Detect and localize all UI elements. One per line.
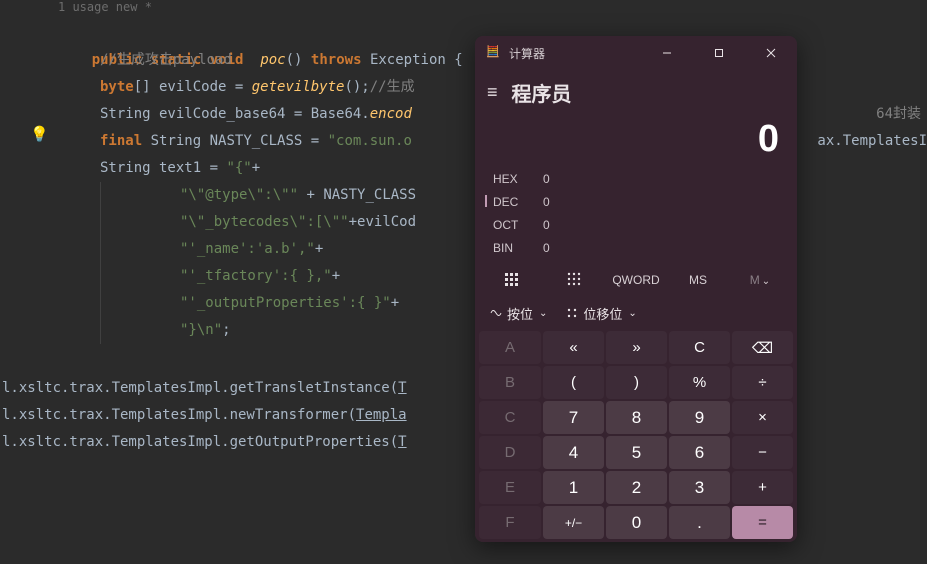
key-rparen[interactable]: ) [606,366,667,399]
minimize-button[interactable] [645,38,689,68]
radix-block: HEX0 DEC0 OCT0 BIN0 [475,165,797,263]
key-c[interactable]: C [479,401,541,434]
key-backspace[interactable]: ⌫ [732,331,793,364]
key-d[interactable]: D [479,436,541,469]
usage-hint: 1 usage new * [0,0,927,20]
radix-oct[interactable]: OCT0 [487,213,785,236]
calculator-header: ≡ 程序员 [475,70,797,114]
key-2[interactable]: 2 [606,471,667,504]
memory-store-button[interactable]: MS [667,273,729,287]
bitwise-dropdown[interactable]: 按位⌄ [489,304,547,323]
key-9[interactable]: 9 [669,401,730,434]
window-title: 计算器 [509,45,545,62]
key-a[interactable]: A [479,331,541,364]
key-0[interactable]: 0 [606,506,667,539]
bit-toggle-view-icon[interactable] [543,271,605,290]
close-button[interactable] [749,38,793,68]
titlebar[interactable]: 🧮 计算器 [475,36,797,70]
calculator-mode-label[interactable]: 程序员 [512,78,572,107]
toggle-row: QWORD MS M⌄ [475,263,797,297]
key-divide[interactable]: ÷ [732,366,793,399]
calculator-app-icon: 🧮 [485,45,501,61]
display-value: 0 [475,114,797,165]
key-b[interactable]: B [479,366,541,399]
radix-hex[interactable]: HEX0 [487,167,785,190]
key-3[interactable]: 3 [669,471,730,504]
maximize-button[interactable] [697,38,741,68]
memory-dropdown-button[interactable]: M⌄ [729,273,791,287]
key-rshift[interactable]: » [606,331,667,364]
key-subtract[interactable]: − [732,436,793,469]
key-lshift[interactable]: « [543,331,604,364]
bitshift-dropdown[interactable]: 位移位⌄ [565,304,636,323]
calculator-window: 🧮 计算器 ≡ 程序员 0 HEX0 DEC0 OCT0 BIN0 QWORD … [475,36,797,542]
function-row: 按位⌄ 位移位⌄ [475,297,797,329]
radix-bin[interactable]: BIN0 [487,236,785,259]
radix-dec[interactable]: DEC0 [487,190,785,213]
key-e[interactable]: E [479,471,541,504]
key-equals[interactable]: = [732,506,793,539]
key-8[interactable]: 8 [606,401,667,434]
key-multiply[interactable]: × [732,401,793,434]
key-negate[interactable]: +/− [543,506,604,539]
key-decimal[interactable]: . [669,506,730,539]
key-1[interactable]: 1 [543,471,604,504]
key-5[interactable]: 5 [606,436,667,469]
hamburger-icon[interactable]: ≡ [487,82,498,103]
key-clear[interactable]: C [669,331,730,364]
key-percent[interactable]: % [669,366,730,399]
keypad-view-icon[interactable] [481,271,543,290]
word-size-toggle[interactable]: QWORD [605,273,667,287]
keypad: A « » C ⌫ B ( ) % ÷ C 7 8 9 × D 4 5 6 − … [475,329,797,542]
key-7[interactable]: 7 [543,401,604,434]
key-6[interactable]: 6 [669,436,730,469]
key-add[interactable]: + [732,471,793,504]
key-4[interactable]: 4 [543,436,604,469]
key-lparen[interactable]: ( [543,366,604,399]
key-f[interactable]: F [479,506,541,539]
